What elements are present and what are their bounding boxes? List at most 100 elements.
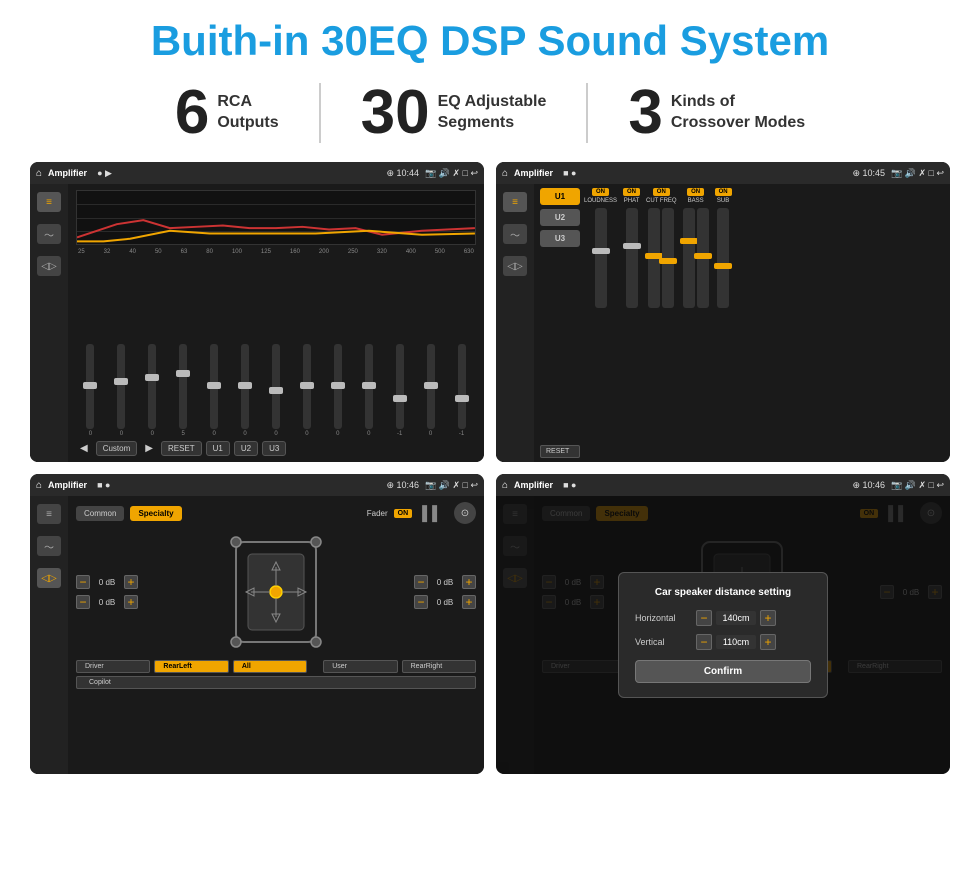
fader-main-area: − 0 dB + − 0 dB + (76, 532, 476, 652)
horizontal-value: 140cm (716, 611, 756, 625)
eq-u2-btn[interactable]: U2 (234, 441, 258, 456)
fader-bars-icon: ▌▌ (422, 505, 442, 521)
crossover-wave-icon[interactable]: 〜 (503, 224, 527, 244)
db3-minus-btn[interactable]: − (414, 575, 428, 589)
bass-slider-g[interactable] (697, 208, 709, 308)
u2-btn[interactable]: U2 (540, 209, 580, 226)
u1-btn[interactable]: U1 (540, 188, 580, 205)
eq-prev-btn[interactable]: ◀ (76, 443, 92, 454)
phat-group: ON PHAT (623, 188, 640, 458)
db2-minus-btn[interactable]: − (76, 595, 90, 609)
crossover-reset-btn[interactable]: RESET (540, 445, 580, 458)
eq-screen-body: ≡ 〜 ◁▷ 253240 (30, 184, 484, 462)
u3-btn[interactable]: U3 (540, 230, 580, 247)
fader-settings-icon[interactable]: ⊙ (454, 502, 476, 524)
crossover-home-icon: ⌂ (502, 168, 508, 179)
horizontal-label: Horizontal (635, 613, 690, 623)
all-btn[interactable]: All (233, 660, 307, 673)
eq-bottom-row: ◀ Custom ▶ RESET U1 U2 U3 (76, 441, 476, 456)
loudness-group: ON LOUDNESS (584, 188, 617, 458)
cutfreq-slider-g[interactable] (662, 208, 674, 308)
db2-plus-btn[interactable]: + (124, 595, 138, 609)
eq-sidebar: ≡ 〜 ◁▷ (30, 184, 68, 462)
vertical-stepper: − 110cm + (696, 634, 776, 650)
db1-minus-btn[interactable]: − (76, 575, 90, 589)
cutfreq-on: ON (653, 188, 670, 196)
rearright-btn[interactable]: RearRight (402, 660, 476, 673)
db3-plus-btn[interactable]: + (462, 575, 476, 589)
fader-sidebar-eq[interactable]: ≡ (37, 504, 61, 524)
sub-slider[interactable] (717, 208, 729, 308)
loudness-slider[interactable] (595, 208, 607, 308)
common-tab-btn[interactable]: Common (76, 506, 124, 521)
eq-sidebar-speaker-icon[interactable]: ◁▷ (37, 256, 61, 276)
confirm-button[interactable]: Confirm (635, 660, 811, 683)
stat-eq: 30 EQ AdjustableSegments (321, 82, 587, 144)
user-btn[interactable]: User (323, 660, 397, 673)
db-control-4: − 0 dB + (414, 595, 476, 609)
eq-sidebar-wave-icon[interactable]: 〜 (37, 224, 61, 244)
crossover-spk-icon[interactable]: ◁▷ (503, 256, 527, 276)
crossover-screen-card: ⌂ Amplifier ■ ● ⊕ 10:45 📷 🔊 ✗ □ ↩ ≡ 〜 ◁▷… (496, 162, 950, 462)
eq-next-btn[interactable]: ▶ (141, 443, 157, 454)
eq-topbar-icons: 📷 🔊 ✗ □ ↩ (425, 168, 478, 179)
dialog-horizontal-row: Horizontal − 140cm + (635, 610, 811, 626)
stat-crossover: 3 Kinds ofCrossover Modes (588, 82, 845, 144)
fader-sidebar: ≡ 〜 ◁▷ (30, 496, 68, 774)
dialog-topbar-time: ⊕ 10:46 (852, 480, 885, 491)
phat-slider[interactable] (626, 208, 638, 308)
crossover-topbar-dots: ■ ● (563, 168, 576, 178)
eq-topbar-title: Amplifier (48, 168, 87, 178)
specialty-tab-btn[interactable]: Specialty (130, 506, 181, 521)
fader-sidebar-spk[interactable]: ◁▷ (37, 568, 61, 588)
db1-plus-btn[interactable]: + (124, 575, 138, 589)
crossover-topbar-title: Amplifier (514, 168, 553, 178)
eq-slider-7: 0 (262, 344, 291, 437)
eq-u1-btn[interactable]: U1 (206, 441, 230, 456)
stat-number-crossover: 3 (628, 82, 662, 144)
db4-plus-btn[interactable]: + (462, 595, 476, 609)
dialog-screen-card: ⌂ Amplifier ■ ● ⊕ 10:46 📷 🔊 ✗ □ ↩ ≡ 〜 ◁▷… (496, 474, 950, 774)
phat-label: PHAT (624, 198, 640, 204)
bass-slider-f[interactable] (683, 208, 695, 308)
horizontal-stepper: − 140cm + (696, 610, 776, 626)
eq-freq-labels: 253240 506380 100125160 200250320 400500… (76, 249, 476, 255)
fader-topbar: ⌂ Amplifier ■ ● ⊕ 10:46 📷 🔊 ✗ □ ↩ (30, 474, 484, 496)
car-diagram (148, 532, 404, 652)
crossover-u-buttons: U1 U2 U3 RESET (540, 188, 580, 458)
vertical-plus-btn[interactable]: + (760, 634, 776, 650)
copilot-btn[interactable]: Copilot (76, 676, 476, 689)
driver-btn[interactable]: Driver (76, 660, 150, 673)
eq-u3-btn[interactable]: U3 (262, 441, 286, 456)
crossover-topbar-icons: 📷 🔊 ✗ □ ↩ (891, 168, 944, 179)
horizontal-minus-btn[interactable]: − (696, 610, 712, 626)
db3-value: 0 dB (431, 578, 459, 587)
stat-number-rca: 6 (175, 82, 209, 144)
dialog-topbar-icons: 📷 🔊 ✗ □ ↩ (891, 480, 944, 491)
crossover-sidebar-icon[interactable]: ≡ (503, 192, 527, 212)
fader-screen-card: ⌂ Amplifier ■ ● ⊕ 10:46 📷 🔊 ✗ □ ↩ ≡ 〜 ◁▷… (30, 474, 484, 774)
horizontal-plus-btn[interactable]: + (760, 610, 776, 626)
eq-slider-12: 0 (416, 344, 445, 437)
fader-right-db: − 0 dB + − 0 dB + (414, 575, 476, 609)
db1-value: 0 dB (93, 578, 121, 587)
fader-sidebar-wave[interactable]: 〜 (37, 536, 61, 556)
crossover-main: U1 U2 U3 RESET ON LOUDNESS (534, 184, 950, 462)
stat-label-rca: RCAOutputs (217, 92, 278, 134)
cutfreq-group: ON CUT FREQ (646, 188, 677, 458)
eq-slider-13: -1 (447, 344, 476, 437)
eq-slider-1: 0 (76, 344, 105, 437)
phat-on: ON (623, 188, 640, 196)
vertical-value: 110cm (716, 635, 756, 649)
stat-label-crossover: Kinds ofCrossover Modes (671, 92, 805, 134)
rearleft-btn[interactable]: RearLeft (154, 660, 228, 673)
vertical-label: Vertical (635, 637, 690, 647)
eq-sidebar-eq-icon[interactable]: ≡ (37, 192, 61, 212)
db4-minus-btn[interactable]: − (414, 595, 428, 609)
eq-slider-8: 0 (292, 344, 321, 437)
eq-reset-btn[interactable]: RESET (161, 441, 202, 456)
home-icon: ⌂ (36, 168, 42, 179)
vertical-minus-btn[interactable]: − (696, 634, 712, 650)
db4-value: 0 dB (431, 598, 459, 607)
fader-screen-body: ≡ 〜 ◁▷ Common Specialty Fader ON ▌▌ ⊙ (30, 496, 484, 774)
